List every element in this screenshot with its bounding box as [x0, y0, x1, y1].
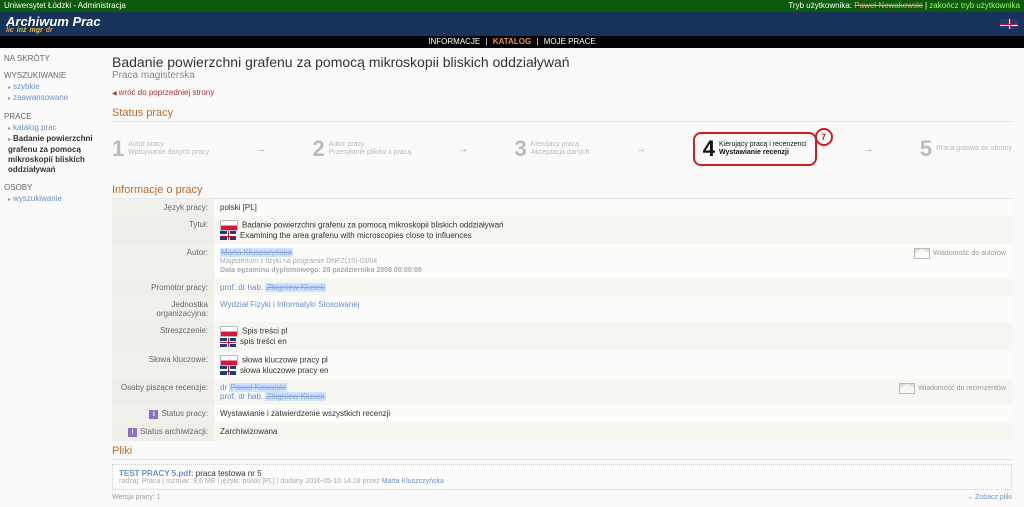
msg-reviewers-button[interactable]: Wiadomość do recenzentów	[899, 383, 1006, 394]
admin-right: Tryb użytkownika: Paweł Nowakowski | zak…	[788, 0, 1020, 12]
author-value: Wiadomość do autorów Marta Kluszczyńska …	[214, 244, 1012, 279]
arrow-icon: →	[863, 144, 873, 155]
sidebar-item-advanced[interactable]: zaawansowane	[8, 93, 104, 104]
abstract-value: Spis treści pl spis treści en	[214, 322, 1012, 350]
sidebar-item-quick[interactable]: szybkie	[8, 82, 104, 93]
annotation-circle: 7	[815, 128, 833, 146]
page-subtitle: Praca magisterska	[112, 70, 1012, 81]
arrow-icon: →	[256, 144, 266, 155]
arrow-icon: →	[458, 144, 468, 155]
info-table: Język pracy: polski [PL] Tytuł: Badanie …	[112, 199, 1012, 441]
admin-bar: Uniwersytet Łódzki - Administracja Tryb …	[0, 0, 1024, 12]
file-row: TEST PRACY 5.pdf: praca testowa nr 5 rod…	[112, 464, 1012, 490]
archive-value: Zarchiwizowana	[214, 423, 1012, 441]
mode-user-link[interactable]: Paweł Nowakowski	[854, 1, 922, 10]
author-label: Autor:	[112, 244, 214, 279]
top-nav: INFORMACJE | KATALOG | MOJE PRACE	[0, 36, 1024, 48]
keywords-value: słowa kluczowe pracy pl słowa kluczowe p…	[214, 351, 1012, 379]
sidebar-sec-people: OSOBY	[4, 183, 104, 192]
nav-catalog[interactable]: KATALOG	[493, 37, 531, 46]
flag-pl-icon	[220, 326, 238, 337]
reviewer-link[interactable]: prof. dr hab. Zbigniew Klusek	[220, 392, 326, 401]
flag-pl-icon	[220, 355, 238, 366]
logo[interactable]: Archiwum Prac licinżmgrdr	[6, 14, 101, 34]
sidebar-item-catalog[interactable]: katalog prac	[8, 123, 104, 134]
nav-my[interactable]: MOJE PRACE	[544, 37, 596, 46]
see-files-link[interactable]: → Zobacz pliki	[966, 494, 1012, 501]
status-heading: Status pracy	[112, 103, 1012, 122]
info-icon: i	[128, 428, 137, 437]
lang-en-icon[interactable]	[1000, 19, 1018, 29]
archive-label: iStatus archiwizacji:	[112, 423, 214, 441]
unit-link[interactable]: Wydział Fizyki i Informatyki Stosowanej	[220, 300, 360, 309]
lang-value: polski [PL]	[214, 199, 1012, 216]
sidebar-item-current-work[interactable]: Badanie powierzchni grafenu za pomocą mi…	[8, 134, 104, 175]
author-link[interactable]: Marta Kluszczyńska	[220, 248, 293, 257]
lang-label: Język pracy:	[112, 199, 214, 216]
reviewer-link[interactable]: dr Paweł Kowalski	[220, 383, 287, 392]
promoter-label: Promotor pracy:	[112, 279, 214, 296]
back-link[interactable]: wróć do poprzedniej strony	[112, 88, 214, 97]
sidebar-sec-search: WYSZUKIWANIE	[4, 71, 104, 80]
uploader-link[interactable]: Marta Kluszczyńska	[382, 478, 444, 485]
step-3: 3 Kierujący pracąAkceptacja danych	[514, 136, 589, 162]
reviewers-value: Wiadomość do recenzentów dr Paweł Kowals…	[214, 379, 1012, 405]
status-label: iStatus pracy:	[112, 405, 214, 423]
main-content: Badanie powierzchni grafenu za pomocą mi…	[108, 48, 1024, 507]
step-2: 2 Autor pracyPrzesyłanie plików z pracą	[312, 136, 411, 162]
info-heading: Informacje o pracy	[112, 180, 1012, 199]
envelope-icon	[899, 383, 915, 394]
banner: Archiwum Prac licinżmgrdr	[0, 12, 1024, 36]
abstract-label: Streszczenie:	[112, 322, 214, 350]
sidebar-sec-works: PRACE	[4, 112, 104, 121]
end-mode-link[interactable]: zakończ tryb użytkownika	[929, 1, 1020, 10]
step-4-active: 4 Kierujący pracą i recenzenciWystawiani…	[693, 132, 817, 166]
flag-en-icon	[220, 338, 236, 347]
status-value: Wystawianie i zatwierdzenie wszystkich r…	[214, 405, 1012, 423]
file-link[interactable]: TEST PRACY 5.pdf:	[119, 469, 194, 478]
sidebar: NA SKRÓTY WYSZUKIWANIE szybkie zaawansow…	[0, 48, 108, 507]
promoter-value: prof. dr hab. Zbigniew Klusek	[214, 279, 1012, 296]
flag-pl-icon	[220, 220, 238, 231]
title-value: Badanie powierzchni grafenu za pomocą mi…	[214, 216, 1012, 244]
sidebar-item-people-search[interactable]: wyszukiwanie	[8, 194, 104, 205]
nav-info[interactable]: INFORMACJE	[428, 37, 480, 46]
status-steps: 1 Autor pracyWpisywanie danych pracy → 2…	[112, 122, 1012, 180]
reviewers-label: Osoby piszące recenzje:	[112, 379, 214, 405]
unit-label: Jednostka organizacyjna:	[112, 296, 214, 322]
files-version: Wersja pracy: 1	[112, 494, 161, 501]
title-label: Tytuł:	[112, 216, 214, 244]
step-5: 5 Praca gotowa do obrony	[920, 136, 1012, 162]
msg-authors-button[interactable]: Wiadomość do autorów	[914, 248, 1006, 259]
keywords-label: Słowa kluczowe:	[112, 351, 214, 379]
arrow-icon: →	[636, 144, 646, 155]
flag-en-icon	[220, 366, 236, 375]
info-icon: i	[149, 410, 158, 419]
flag-en-icon	[220, 231, 236, 240]
step-1: 1 Autor pracyWpisywanie danych pracy	[112, 136, 209, 162]
page-title: Badanie powierzchni grafenu za pomocą mi…	[112, 54, 1012, 70]
sidebar-sec-shortcuts: NA SKRÓTY	[4, 54, 104, 63]
envelope-icon	[914, 248, 930, 259]
promoter-link[interactable]: prof. dr hab. Zbigniew Klusek	[220, 283, 326, 292]
files-heading: Pliki	[112, 441, 1012, 460]
admin-left: Uniwersytet Łódzki - Administracja	[4, 0, 126, 12]
